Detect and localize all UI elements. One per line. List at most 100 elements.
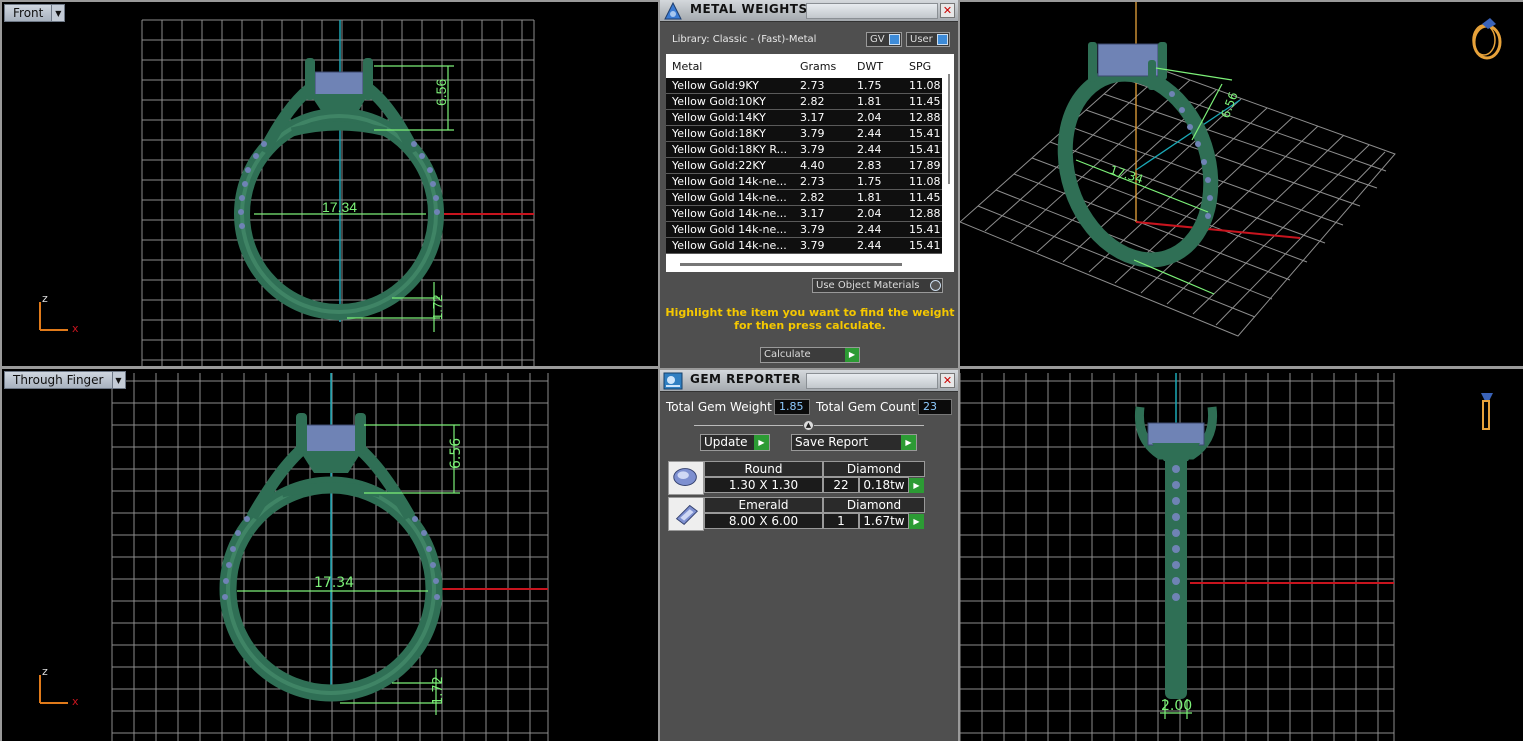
metal-name: Yellow Gold 14k-ne... bbox=[672, 239, 787, 252]
grams-value: 2.82 bbox=[800, 191, 825, 204]
gem-count: 1 bbox=[823, 513, 859, 529]
front-view-canvas: 6.56 17.34 1.72 z x bbox=[39, 19, 535, 366]
grams-value: 2.82 bbox=[800, 95, 825, 108]
perspective-view-canvas: 6.56 17.34 bbox=[960, 2, 1502, 337]
save-report-button[interactable]: Save Report ▶ bbox=[791, 434, 917, 451]
gem-material: Diamond bbox=[823, 497, 925, 513]
gem-list: Round Diamond 1.30 X 1.30 22 0.18tw ▶ Em… bbox=[660, 460, 958, 738]
hint-line-1: Highlight the item you want to find the … bbox=[665, 306, 955, 319]
dim-shank-thickness-tf: 1.72 bbox=[431, 676, 446, 705]
use-object-materials-toggle[interactable]: Use Object Materials bbox=[812, 278, 943, 293]
gv-toggle[interactable]: GV bbox=[866, 32, 902, 47]
total-gem-weight-label: Total Gem Weight bbox=[666, 400, 772, 414]
col-spg[interactable]: SPG bbox=[909, 60, 931, 73]
horizontal-scrollbar[interactable] bbox=[680, 263, 902, 266]
close-icon[interactable]: ✕ bbox=[940, 373, 955, 388]
gem-row-emerald[interactable]: Emerald Diamond 8.00 X 6.00 1 1.67tw ▶ bbox=[668, 497, 925, 531]
metal-weights-titlebar[interactable]: METAL WEIGHTS ✕ bbox=[660, 0, 958, 22]
table-row[interactable]: Yellow Gold 14k-ne... 3.79 2.44 15.41 bbox=[666, 238, 942, 254]
chevron-down-icon[interactable]: ▼ bbox=[111, 372, 125, 388]
dwt-value: 2.44 bbox=[857, 127, 882, 140]
axis-gizmo-tf bbox=[39, 675, 68, 704]
dwt-value: 1.75 bbox=[857, 175, 882, 188]
grams-value: 3.17 bbox=[800, 207, 825, 220]
dwt-value: 2.44 bbox=[857, 239, 882, 252]
grams-value: 2.73 bbox=[800, 175, 825, 188]
metal-weights-panel: METAL WEIGHTS ✕ Library: Classic - (Fast… bbox=[660, 0, 958, 368]
col-metal[interactable]: Metal bbox=[672, 60, 702, 73]
gem-row-round[interactable]: Round Diamond 1.30 X 1.30 22 0.18tw ▶ bbox=[668, 461, 925, 495]
col-dwt[interactable]: DWT bbox=[857, 60, 883, 73]
dim-prong-height-tf: 6.56 bbox=[448, 438, 464, 469]
metal-name: Yellow Gold 14k-ne... bbox=[672, 191, 787, 204]
metal-name: Yellow Gold:22KY bbox=[672, 159, 766, 172]
update-button[interactable]: Update ▶ bbox=[700, 434, 770, 451]
metal-name: Yellow Gold:9KY bbox=[672, 79, 759, 92]
ring-model-front bbox=[234, 58, 444, 320]
gem-size: 8.00 X 6.00 bbox=[704, 513, 823, 529]
toggle-knob-icon bbox=[937, 34, 948, 45]
title-drag-bar[interactable] bbox=[806, 3, 938, 19]
chevron-down-icon[interactable]: ▼ bbox=[51, 5, 65, 21]
use-object-materials-label: Use Object Materials bbox=[816, 280, 920, 291]
hint-line-2: for then press calculate. bbox=[734, 319, 886, 332]
dwt-value: 1.75 bbox=[857, 79, 882, 92]
table-row[interactable]: Yellow Gold 14k-ne... 3.17 2.04 12.88 bbox=[666, 206, 942, 222]
table-row[interactable]: Yellow Gold 14k-ne... 3.79 2.44 15.41 bbox=[666, 222, 942, 238]
dwt-value: 2.44 bbox=[857, 223, 882, 236]
table-row[interactable]: Yellow Gold:18KY 3.79 2.44 15.41 bbox=[666, 126, 942, 142]
ring-view-icon[interactable] bbox=[1472, 18, 1502, 60]
metal-name: Yellow Gold 14k-ne... bbox=[672, 207, 787, 220]
dim-prong-height: 6.56 bbox=[433, 79, 449, 106]
axis-z-label-tf: z bbox=[42, 665, 48, 678]
calculate-button[interactable]: Calculate ▶ bbox=[760, 347, 860, 363]
table-row[interactable]: Yellow Gold 14k-ne... 2.73 1.75 11.08 bbox=[666, 174, 942, 190]
spg-value: 15.41 bbox=[909, 239, 941, 252]
library-label: Library: Classic - (Fast)-Metal bbox=[672, 34, 817, 45]
gem-weight: 0.18tw bbox=[859, 477, 909, 493]
app-window: 6.56 17.34 1.72 z x Front ▼ 6.56 17.34 6… bbox=[0, 0, 1523, 741]
table-row[interactable]: Yellow Gold:10KY 2.82 1.81 11.45 bbox=[666, 94, 942, 110]
grams-value: 3.79 bbox=[800, 223, 825, 236]
dwt-value: 1.81 bbox=[857, 95, 882, 108]
viewport-through-finger[interactable]: 6.56 17.34 1.72 z x Through Finger ▼ bbox=[2, 369, 658, 741]
viewport-front[interactable]: 6.56 17.34 1.72 z x Front ▼ bbox=[2, 2, 658, 366]
viewport-menu-front[interactable]: Front ▼ bbox=[4, 4, 66, 22]
scale-icon bbox=[664, 1, 682, 20]
spg-value: 15.41 bbox=[909, 127, 941, 140]
table-row[interactable]: Yellow Gold:9KY 2.73 1.75 11.08 bbox=[666, 78, 942, 94]
dim-shank-thickness: 1.72 bbox=[430, 295, 445, 320]
collapse-icon[interactable]: ▲ bbox=[803, 420, 814, 431]
spg-value: 12.88 bbox=[909, 111, 941, 124]
metal-name: Yellow Gold:18KY bbox=[672, 127, 766, 140]
title-drag-bar[interactable] bbox=[806, 373, 938, 389]
col-grams[interactable]: Grams bbox=[800, 60, 836, 73]
play-icon: ▶ bbox=[901, 435, 916, 450]
play-icon[interactable]: ▶ bbox=[909, 514, 924, 529]
close-icon[interactable]: ✕ bbox=[940, 3, 955, 18]
grams-value: 4.40 bbox=[800, 159, 825, 172]
viewport-menu-through-finger[interactable]: Through Finger ▼ bbox=[4, 371, 126, 389]
grams-value: 3.79 bbox=[800, 239, 825, 252]
gem-reporter-panel: GEM REPORTER ✕ Total Gem Weight 1.85 Tot… bbox=[660, 370, 958, 741]
table-row[interactable]: Yellow Gold:22KY 4.40 2.83 17.89 bbox=[666, 158, 942, 174]
user-toggle[interactable]: User bbox=[906, 32, 950, 47]
finger-view-icon[interactable] bbox=[1481, 393, 1493, 430]
table-row[interactable]: Yellow Gold 14k-ne... 2.82 1.81 11.45 bbox=[666, 190, 942, 206]
table-row[interactable]: Yellow Gold:14KY 3.17 2.04 12.88 bbox=[666, 110, 942, 126]
total-gem-weight-value: 1.85 bbox=[774, 399, 810, 415]
gem-shape: Round bbox=[704, 461, 823, 477]
viewport-label: Front bbox=[13, 6, 44, 20]
metal-table[interactable]: Metal Grams DWT SPG Yellow Gold:9KY 2.73 1… bbox=[666, 54, 954, 272]
gem-reporter-titlebar[interactable]: GEM REPORTER ✕ bbox=[660, 370, 958, 392]
viewport-perspective[interactable]: 6.56 17.34 bbox=[960, 2, 1523, 366]
panel-title: GEM REPORTER bbox=[690, 372, 801, 386]
play-icon[interactable]: ▶ bbox=[909, 478, 924, 493]
table-row[interactable]: Yellow Gold:18KY R... 3.79 2.44 15.41 bbox=[666, 142, 942, 158]
vertical-scrollbar[interactable] bbox=[946, 74, 952, 184]
viewport-side[interactable]: 2.00 bbox=[960, 369, 1523, 741]
spg-value: 17.89 bbox=[909, 159, 941, 172]
through-finger-canvas: 6.56 17.34 1.72 z x bbox=[39, 373, 549, 741]
dwt-value: 2.04 bbox=[857, 111, 882, 124]
dwt-value: 2.44 bbox=[857, 143, 882, 156]
